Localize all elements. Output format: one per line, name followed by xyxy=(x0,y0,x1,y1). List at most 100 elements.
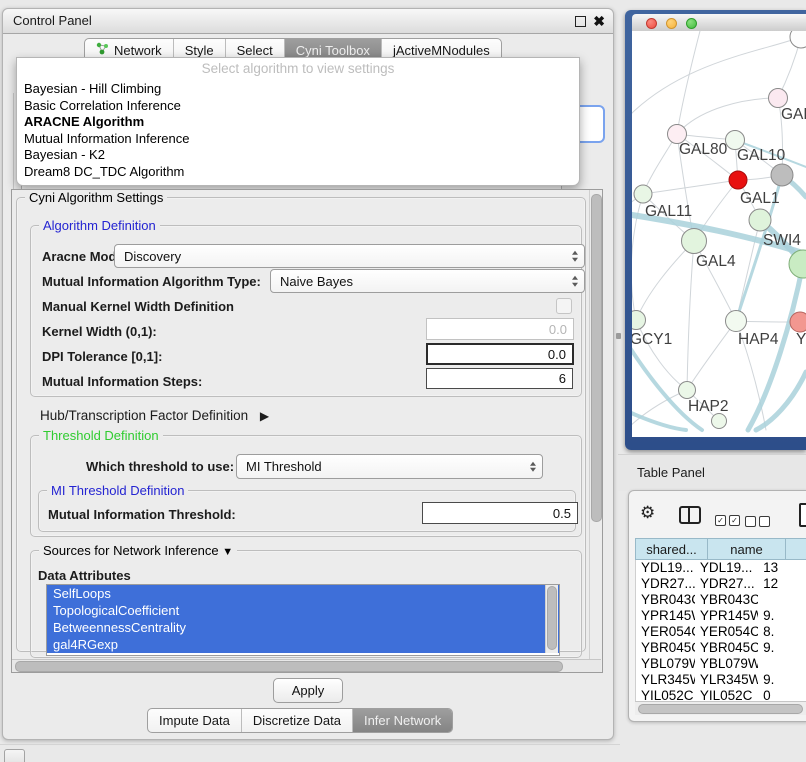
table-cell[interactable]: 0 xyxy=(758,688,806,701)
table-cell[interactable]: YIL052C xyxy=(636,688,695,701)
mi-threshold-field[interactable]: 0.5 xyxy=(422,502,578,524)
sources-title[interactable]: Sources for Network Inference ▼ xyxy=(39,543,237,560)
table-cell[interactable]: 8. xyxy=(758,624,806,640)
table-cell[interactable]: YBR045C xyxy=(695,640,758,656)
aracne-mode-combo[interactable]: Discovery xyxy=(114,244,585,268)
dpi-tolerance-field[interactable]: 0.0 xyxy=(426,343,574,365)
table-row[interactable]: YPR145WYPR145W9. xyxy=(636,608,806,624)
table-row[interactable]: YDR27...YDR27...12 xyxy=(636,576,806,592)
network-edge[interactable] xyxy=(643,180,738,194)
column-header-name[interactable]: name xyxy=(707,538,786,560)
zoom-traffic-light[interactable] xyxy=(686,18,697,29)
network-node[interactable] xyxy=(632,311,646,330)
table-cell[interactable]: YER054C xyxy=(695,624,758,640)
settings-horizontal-scrollbar[interactable] xyxy=(12,659,601,672)
table-cell[interactable] xyxy=(758,592,806,608)
network-edge[interactable] xyxy=(636,241,694,320)
close-traffic-light[interactable] xyxy=(646,18,657,29)
table-cell[interactable]: 13 xyxy=(758,560,806,576)
tab-impute-data[interactable]: Impute Data xyxy=(148,709,242,732)
dock-mini-button[interactable] xyxy=(4,749,25,762)
table-cell[interactable]: YDL19... xyxy=(636,560,695,576)
table-row[interactable]: YDL19...YDL19...13 xyxy=(636,560,806,576)
network-view-window[interactable]: GAL2GAL80GAL10GAL1GAL11SWI4GAL4GCY1HAP4Y… xyxy=(625,10,806,450)
table-cell[interactable]: YBR043C xyxy=(695,592,758,608)
dropdown-item[interactable]: ARACNE Algorithm xyxy=(17,114,579,131)
mi-type-combo[interactable]: Naive Bayes xyxy=(270,269,585,293)
table-cell[interactable]: 9. xyxy=(758,608,806,624)
control-panel-titlebar[interactable]: Control Panel ✖ xyxy=(3,9,613,34)
table-cell[interactable]: YBR045C xyxy=(636,640,695,656)
network-node[interactable] xyxy=(712,414,727,429)
list-vertical-scrollbar[interactable] xyxy=(545,585,558,653)
table-cell[interactable]: YER054C xyxy=(636,624,695,640)
network-edge[interactable] xyxy=(687,321,736,390)
hub-tf-definition-toggle[interactable]: Hub/Transcription Factor Definition ▶ xyxy=(40,408,269,423)
table-cell[interactable]: YBL079W xyxy=(695,656,758,672)
table-cell[interactable]: YBL079W xyxy=(636,656,695,672)
network-edge[interactable] xyxy=(643,134,677,194)
apply-button[interactable]: Apply xyxy=(273,678,343,703)
table-row[interactable]: YLR345WYLR345W9. xyxy=(636,672,806,688)
table-cell[interactable]: YIL052C xyxy=(695,688,758,701)
table-partial-icon[interactable] xyxy=(799,503,806,527)
table-cell[interactable]: 9. xyxy=(758,672,806,688)
split-columns-icon[interactable] xyxy=(679,506,701,524)
minimize-traffic-light[interactable] xyxy=(666,18,677,29)
settings-hscroll-thumb[interactable] xyxy=(15,661,563,672)
table-cell[interactable]: YDL19... xyxy=(695,560,758,576)
tab-infer-network[interactable]: Infer Network xyxy=(353,709,452,732)
which-threshold-combo[interactable]: MI Threshold xyxy=(236,454,543,479)
table-cell[interactable]: YLR345W xyxy=(695,672,758,688)
settings-vscroll-thumb[interactable] xyxy=(591,194,602,522)
data-attribute-item[interactable]: SelfLoops xyxy=(47,585,559,602)
network-node[interactable] xyxy=(749,209,771,231)
data-attribute-item[interactable]: gal4RGexp xyxy=(47,636,559,653)
list-scrollbar-thumb[interactable] xyxy=(547,586,557,650)
network-node[interactable] xyxy=(790,312,806,332)
mi-steps-field[interactable]: 6 xyxy=(426,368,573,389)
data-attribute-item[interactable]: BetweennessCentrality xyxy=(47,619,559,636)
column-header-extra[interactable] xyxy=(785,538,806,560)
splitter-grip[interactable] xyxy=(616,333,621,339)
column-header-shared[interactable]: shared... xyxy=(635,538,708,560)
table-row[interactable]: YBL079WYBL079W xyxy=(636,656,806,672)
network-node[interactable] xyxy=(679,382,696,399)
settings-vertical-scrollbar[interactable] xyxy=(589,190,602,659)
dropdown-item[interactable]: Bayesian - K2 xyxy=(17,147,579,164)
table-cell[interactable]: 9. xyxy=(758,640,806,656)
table-row[interactable]: YER054CYER054C8. xyxy=(636,624,806,640)
network-edge[interactable] xyxy=(687,241,694,390)
table-cell[interactable] xyxy=(758,656,806,672)
network-edge[interactable] xyxy=(677,98,778,134)
network-node[interactable] xyxy=(726,311,747,332)
table-cell[interactable]: 12 xyxy=(758,576,806,592)
dropdown-item[interactable]: Basic Correlation Inference xyxy=(17,98,579,115)
network-node[interactable] xyxy=(790,31,806,48)
network-node[interactable] xyxy=(769,89,788,108)
data-attributes-list[interactable]: SelfLoopsTopologicalCoefficientBetweenne… xyxy=(46,584,560,656)
table-cell[interactable]: YLR345W xyxy=(636,672,695,688)
table-cell[interactable]: YPR145W xyxy=(695,608,758,624)
close-icon[interactable]: ✖ xyxy=(593,12,605,30)
network-node[interactable] xyxy=(682,229,707,254)
dropdown-item[interactable]: Dream8 DC_TDC Algorithm xyxy=(17,164,579,181)
gear-icon[interactable]: ⚙ xyxy=(640,504,655,521)
manual-kernel-checkbox[interactable] xyxy=(556,298,572,314)
float-window-icon[interactable] xyxy=(575,16,586,27)
data-attribute-item[interactable]: TopologicalCoefficient xyxy=(47,602,559,619)
table-row[interactable]: YBR043CYBR043C xyxy=(636,592,806,608)
network-canvas[interactable]: GAL2GAL80GAL10GAL1GAL11SWI4GAL4GCY1HAP4Y… xyxy=(632,31,806,437)
network-window-titlebar[interactable] xyxy=(632,14,806,32)
table-cell[interactable]: YDR27... xyxy=(636,576,695,592)
network-node[interactable] xyxy=(729,171,747,189)
kernel-width-field[interactable]: 0.0 xyxy=(426,318,574,340)
check-all-icon[interactable]: ✓✓ xyxy=(715,510,740,528)
table-row[interactable]: YBR045CYBR045C9. xyxy=(636,640,806,656)
table-hscroll-thumb[interactable] xyxy=(638,704,803,714)
table-cell[interactable]: YBR043C xyxy=(636,592,695,608)
tab-discretize-data[interactable]: Discretize Data xyxy=(242,709,353,732)
table-cell[interactable]: YDR27... xyxy=(695,576,758,592)
table-horizontal-scrollbar[interactable] xyxy=(635,701,806,715)
dropdown-item[interactable]: Mutual Information Inference xyxy=(17,131,579,148)
